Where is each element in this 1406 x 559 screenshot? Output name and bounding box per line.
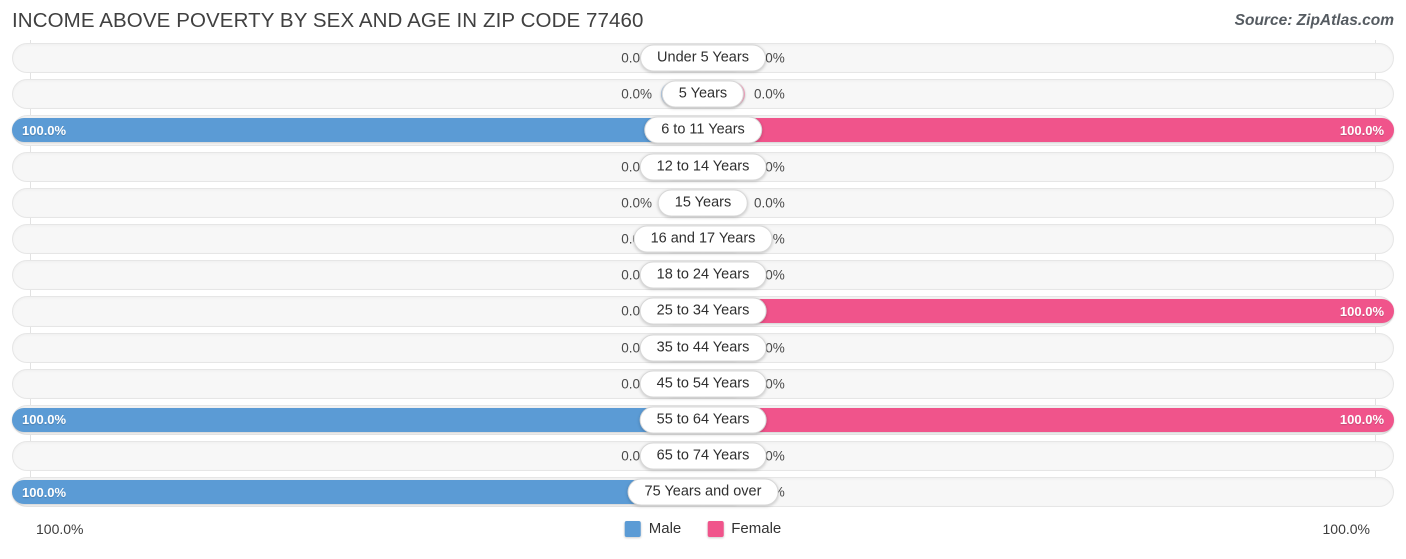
- bar-row: 0.0% 0.0% 5 Years: [12, 76, 1394, 112]
- bar-half-male: 0.0%: [12, 82, 703, 107]
- axis-min-label: 100.0%: [36, 521, 84, 537]
- legend-swatch-male-icon: [624, 520, 641, 537]
- bar-value-male: 100.0%: [22, 122, 67, 138]
- bar-value-male: 100.0%: [22, 484, 67, 500]
- source-attribution: Source: ZipAtlas.com: [1234, 12, 1394, 29]
- category-label: Under 5 Years: [640, 44, 766, 72]
- bar-female[interactable]: 100.0%: [703, 299, 1394, 324]
- bar-half-male: 100.0%: [12, 480, 703, 505]
- bar-row: 100.0% 0.0%75 Years and over: [12, 474, 1394, 510]
- bar-half-male: 0.0%: [12, 299, 703, 324]
- category-label: 5 Years: [661, 80, 745, 108]
- bar-half-female: 0.0%: [703, 46, 1394, 71]
- chart-header: INCOME ABOVE POVERTY BY SEX AND AGE IN Z…: [0, 0, 1406, 40]
- bar-value-female: 100.0%: [1339, 412, 1384, 428]
- bar-female[interactable]: 100.0%: [703, 407, 1394, 432]
- category-label: 65 to 74 Years: [639, 442, 767, 470]
- bar-male[interactable]: 100.0%: [12, 480, 703, 505]
- bar-value-female: 100.0%: [1339, 303, 1384, 319]
- category-label: 12 to 14 Years: [639, 153, 767, 181]
- bar-half-female: 0.0%: [703, 227, 1394, 252]
- bar-half-female: 100.0%: [703, 407, 1394, 432]
- bar-female[interactable]: 100.0%: [703, 118, 1394, 143]
- bar-half-female: 100.0%: [703, 299, 1394, 324]
- legend-item-male[interactable]: Male: [624, 520, 682, 537]
- bar-half-male: 0.0%: [12, 444, 703, 469]
- bar-value-male: 0.0%: [621, 195, 652, 211]
- bar-half-female: 0.0%: [703, 371, 1394, 396]
- bar-value-male: 100.0%: [22, 412, 67, 428]
- bar-half-female: 0.0%: [703, 190, 1394, 215]
- chart-footer: 100.0% Male Female 100.0%: [12, 512, 1394, 552]
- category-label: 16 and 17 Years: [633, 225, 773, 253]
- bar-half-female: 0.0%: [703, 263, 1394, 288]
- legend-item-female[interactable]: Female: [707, 520, 781, 537]
- category-label: 45 to 54 Years: [639, 370, 767, 398]
- bar-row: 0.0% 0.0% 45 to 54 Years: [12, 366, 1394, 402]
- category-label: 75 Years and over: [627, 478, 779, 506]
- chart-plot-area: 0.0% 0.0% Under 5 Years 0.0% 0.0% 5 Years 100.…: [12, 40, 1394, 512]
- bar-value-female: 0.0%: [754, 195, 785, 211]
- category-label: 25 to 34 Years: [639, 297, 767, 325]
- bar-half-male: 0.0%: [12, 154, 703, 179]
- chart-legend: Male Female: [624, 520, 781, 537]
- bar-half-male: 0.0%: [12, 227, 703, 252]
- page-title: INCOME ABOVE POVERTY BY SEX AND AGE IN Z…: [12, 9, 644, 32]
- bar-value-male: 0.0%: [621, 86, 652, 102]
- bar-half-female: 0.0%: [703, 444, 1394, 469]
- bar-row: 100.0% 100.0% 6 to 11 Years: [12, 112, 1394, 148]
- legend-label-male: Male: [648, 520, 682, 537]
- bar-half-male: 100.0%: [12, 118, 703, 143]
- bar-row: 0.0% 0.0% 15 Years: [12, 185, 1394, 221]
- bar-row: 0.0% 0.0% 12 to 14 Years: [12, 149, 1394, 185]
- bar-male[interactable]: 100.0%: [12, 407, 703, 432]
- bar-row: 0.0% 100.0% 25 to 34 Years: [12, 293, 1394, 329]
- legend-swatch-female-icon: [707, 520, 724, 537]
- bar-value-female: 100.0%: [1339, 122, 1384, 138]
- bar-row: 0.0% 0.0% 65 to 74 Years: [12, 438, 1394, 474]
- bar-half-female: 0.0%: [703, 154, 1394, 179]
- bar-half-male: 100.0%: [12, 407, 703, 432]
- legend-label-female: Female: [731, 520, 782, 537]
- bar-value-female: 0.0%: [754, 86, 785, 102]
- bar-male[interactable]: 100.0%: [12, 118, 703, 143]
- category-label: 18 to 24 Years: [639, 261, 767, 289]
- bar-half-female: 0.0%: [703, 82, 1394, 107]
- axis-max-label: 100.0%: [1322, 521, 1370, 537]
- bar-half-male: 0.0%: [12, 335, 703, 360]
- bar-half-male: 0.0%: [12, 190, 703, 215]
- bar-half-female: 0.0%: [703, 480, 1394, 505]
- bar-row: 0.0% 0.0% 35 to 44 Years: [12, 330, 1394, 366]
- bar-rows: 0.0% 0.0% Under 5 Years 0.0% 0.0% 5 Years 100.…: [12, 40, 1394, 510]
- bar-half-male: 0.0%: [12, 371, 703, 396]
- bar-half-female: 100.0%: [703, 118, 1394, 143]
- category-label: 15 Years: [657, 189, 749, 217]
- bar-half-male: 0.0%: [12, 263, 703, 288]
- bar-row: 100.0% 100.0% 55 to 64 Years: [12, 402, 1394, 438]
- category-label: 35 to 44 Years: [639, 334, 767, 362]
- bar-row: 0.0% 0.0% Under 5 Years: [12, 40, 1394, 76]
- bar-row: 0.0%0.0%16 and 17 Years: [12, 221, 1394, 257]
- category-label: 6 to 11 Years: [644, 116, 762, 144]
- bar-half-male: 0.0%: [12, 46, 703, 71]
- bar-half-female: 0.0%: [703, 335, 1394, 360]
- bar-row: 0.0% 0.0% 18 to 24 Years: [12, 257, 1394, 293]
- category-label: 55 to 64 Years: [639, 406, 767, 434]
